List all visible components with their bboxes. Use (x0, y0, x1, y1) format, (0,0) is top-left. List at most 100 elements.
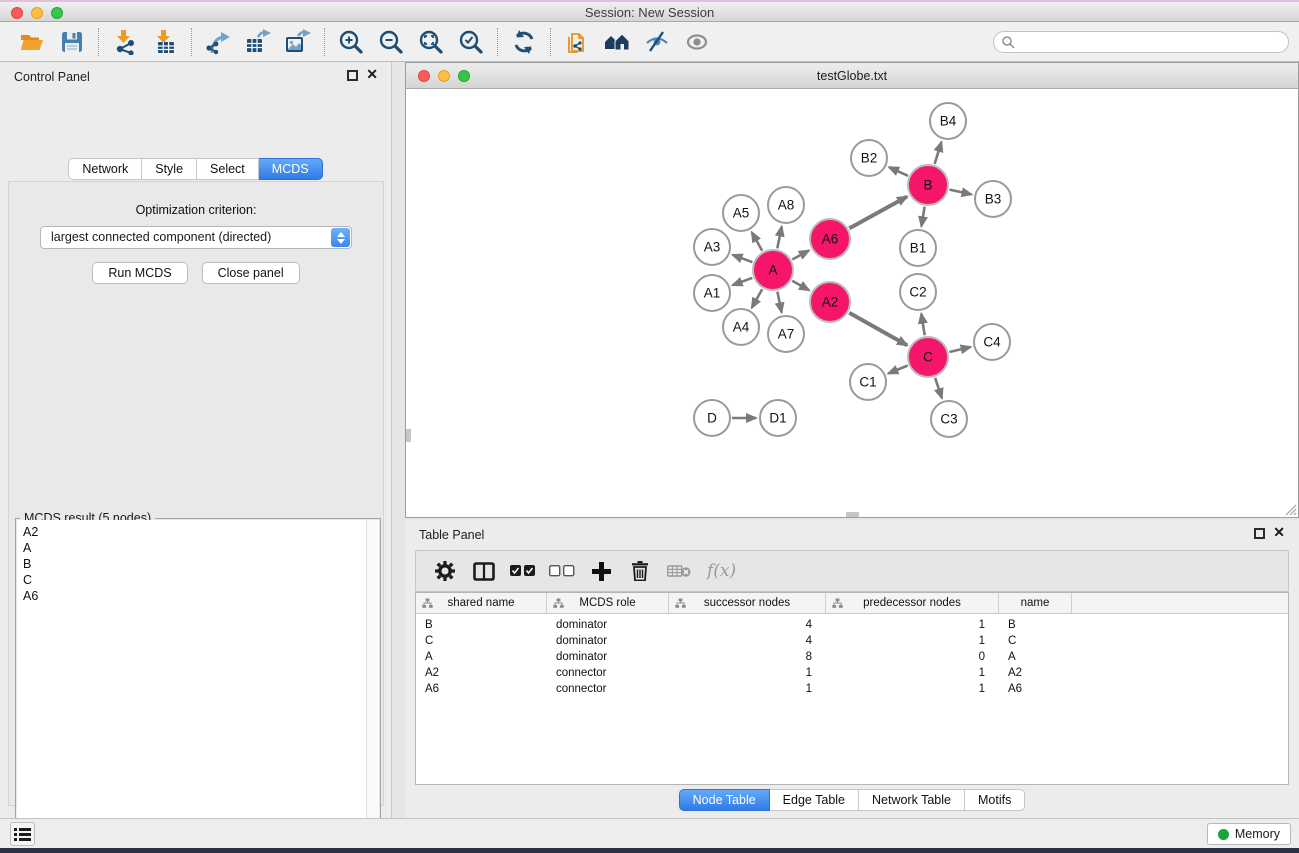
resize-grip-icon[interactable] (1283, 502, 1297, 516)
zoom-selected-icon[interactable] (451, 25, 491, 59)
graph-edge-C-C1[interactable] (888, 366, 907, 374)
close-table-panel-icon[interactable]: ✕ (1273, 524, 1285, 541)
graph-node-A7[interactable]: A7 (768, 316, 804, 352)
mcds-result-item[interactable]: B (17, 556, 366, 572)
import-network-icon[interactable] (105, 25, 145, 59)
graph-edge-A-A2[interactable] (792, 281, 809, 291)
graph-node-D1[interactable]: D1 (760, 400, 796, 436)
delete-column-icon[interactable] (627, 561, 653, 581)
table-row[interactable]: A6connector11A6 (416, 682, 1288, 698)
graph-edge-B-B3[interactable] (950, 190, 972, 195)
clone-network-icon[interactable] (557, 25, 597, 59)
export-network-icon[interactable] (198, 25, 238, 59)
delete-table-icon[interactable] (666, 564, 692, 578)
close-panel-icon[interactable]: ✕ (366, 66, 378, 83)
import-table-icon[interactable] (145, 25, 185, 59)
graph-node-A6[interactable]: A6 (810, 219, 850, 259)
vertical-scroll-thumb[interactable] (406, 429, 411, 442)
first-neighbors-icon[interactable] (597, 25, 637, 59)
graph-node-C[interactable]: C (908, 337, 948, 377)
tab-node-table[interactable]: Node Table (679, 789, 770, 811)
result-scrollbar[interactable] (366, 520, 379, 853)
column-header-shared-name[interactable]: shared name (416, 593, 547, 613)
tab-select[interactable]: Select (197, 158, 259, 180)
graph-edge-C-C2[interactable] (921, 314, 924, 336)
graph-edge-C-C4[interactable] (949, 347, 970, 352)
graph-edge-C-C3[interactable] (935, 378, 942, 398)
function-builder-icon[interactable]: f(x) (707, 561, 736, 581)
task-history-button[interactable] (10, 822, 35, 846)
graph-edge-A-A6[interactable] (792, 251, 809, 260)
zoom-in-icon[interactable] (331, 25, 371, 59)
column-header-successor-nodes[interactable]: successor nodes (669, 593, 826, 613)
graph-node-C4[interactable]: C4 (974, 324, 1010, 360)
horizontal-scroll-thumb[interactable] (846, 512, 859, 517)
save-session-icon[interactable] (52, 25, 92, 59)
mcds-result-item[interactable]: A (17, 540, 366, 556)
tab-mcds[interactable]: MCDS (259, 158, 323, 180)
graph-node-B4[interactable]: B4 (930, 103, 966, 139)
close-panel-button[interactable]: Close panel (202, 262, 300, 284)
table-row[interactable]: A2connector11A2 (416, 666, 1288, 682)
column-selector-icon[interactable] (471, 562, 497, 581)
column-header-predecessor-nodes[interactable]: predecessor nodes (826, 593, 999, 613)
column-header-mcds-role[interactable]: MCDS role (547, 593, 669, 613)
float-table-panel-icon[interactable] (1254, 528, 1265, 539)
graph-node-C3[interactable]: C3 (931, 401, 967, 437)
deselect-all-rows-icon[interactable] (549, 565, 575, 577)
graph-edge-A-A5[interactable] (752, 232, 762, 251)
graph-node-C1[interactable]: C1 (850, 364, 886, 400)
graph-node-A8[interactable]: A8 (768, 187, 804, 223)
zoom-fit-icon[interactable] (411, 25, 451, 59)
search-input[interactable] (993, 31, 1289, 53)
tab-network[interactable]: Network (68, 158, 142, 180)
mcds-result-item[interactable]: C (17, 572, 366, 588)
run-mcds-button[interactable]: Run MCDS (92, 262, 187, 284)
mcds-result-item[interactable]: A6 (17, 588, 366, 604)
zoom-out-icon[interactable] (371, 25, 411, 59)
column-header-name[interactable]: name (999, 593, 1072, 613)
memory-button[interactable]: Memory (1207, 823, 1291, 845)
graph-node-B3[interactable]: B3 (975, 181, 1011, 217)
settings-gear-icon[interactable] (432, 561, 458, 581)
graph-node-B[interactable]: B (908, 165, 948, 205)
graph-edge-B-B4[interactable] (935, 142, 942, 164)
network-canvas[interactable]: B4 B2 B B3 A8A5 A6 A3 B1 A A1 C2 A2 A4A7 C4 C C1 C3 D D1 (406, 89, 1298, 517)
float-panel-icon[interactable] (347, 70, 358, 81)
criterion-dropdown[interactable]: largest connected component (directed) (40, 226, 352, 249)
graph-edge-A6-B[interactable] (849, 197, 907, 229)
graph-node-B1[interactable]: B1 (900, 230, 936, 266)
open-session-icon[interactable] (12, 25, 52, 59)
graph-edge-A2-C[interactable] (849, 313, 907, 346)
graph-node-A1[interactable]: A1 (694, 275, 730, 311)
mcds-result-item[interactable]: A2 (17, 524, 366, 540)
graph-edge-A-A7[interactable] (777, 292, 781, 313)
graph-edge-B-B2[interactable] (889, 167, 908, 176)
tab-network-table[interactable]: Network Table (859, 789, 965, 811)
graph-node-A5[interactable]: A5 (723, 195, 759, 231)
graph-node-A2[interactable]: A2 (810, 282, 850, 322)
tab-style[interactable]: Style (142, 158, 197, 180)
graph-edge-A-A3[interactable] (733, 255, 753, 262)
network-window-titlebar[interactable]: testGlobe.txt (406, 63, 1298, 89)
select-all-rows-icon[interactable] (510, 565, 536, 577)
show-all-icon[interactable] (677, 25, 717, 59)
graph-node-A[interactable]: A (753, 250, 793, 290)
graph-node-B2[interactable]: B2 (851, 140, 887, 176)
tab-edge-table[interactable]: Edge Table (770, 789, 859, 811)
graph-edge-A-A1[interactable] (733, 278, 753, 285)
graph-node-D[interactable]: D (694, 400, 730, 436)
graph-node-A4[interactable]: A4 (723, 309, 759, 345)
table-row[interactable]: Adominator80A (416, 650, 1288, 666)
graph-edge-A-A4[interactable] (752, 289, 762, 308)
graph-edge-A-A8[interactable] (777, 227, 781, 249)
graph-node-C2[interactable]: C2 (900, 274, 936, 310)
graph-edge-B-B1[interactable] (921, 207, 924, 227)
table-row[interactable]: Bdominator41B (416, 618, 1288, 634)
table-row[interactable]: Cdominator41C (416, 634, 1288, 650)
refresh-icon[interactable] (504, 25, 544, 59)
export-table-icon[interactable] (238, 25, 278, 59)
export-image-icon[interactable] (278, 25, 318, 59)
graph-node-A3[interactable]: A3 (694, 229, 730, 265)
tab-motifs[interactable]: Motifs (965, 789, 1025, 811)
